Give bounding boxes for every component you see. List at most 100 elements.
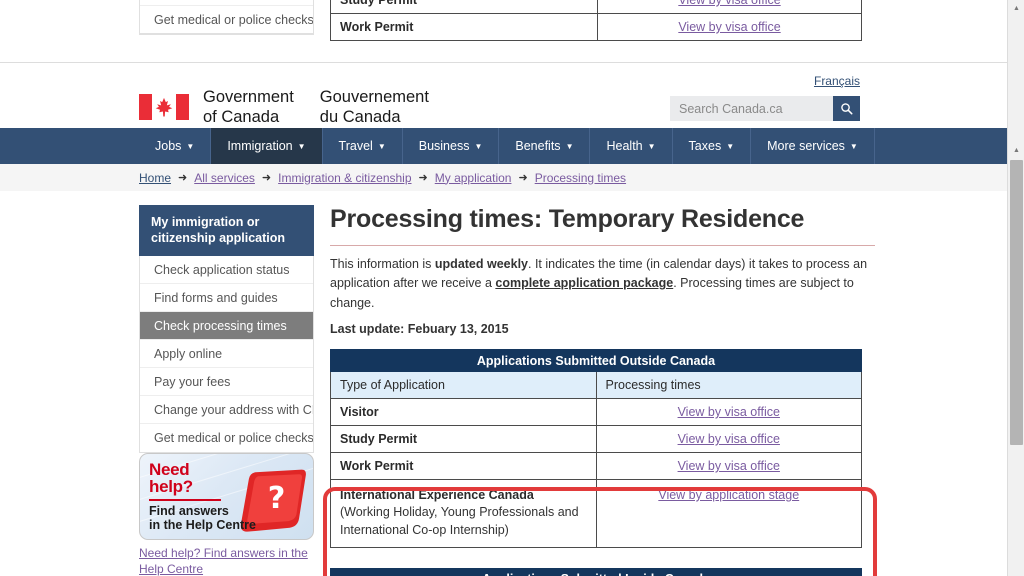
nav-item-label: Travel — [338, 139, 373, 153]
complete-application-package-link[interactable]: complete application package — [495, 276, 673, 290]
wordmark-en: Government of Canada — [203, 87, 294, 127]
breadcrumb: Home ➜ All services ➜ Immigration & citi… — [0, 164, 1007, 191]
view-by-application-stage-link[interactable]: View by application stage — [658, 488, 799, 502]
title-divider — [330, 245, 875, 246]
table-applications-inside-canada: Applications Submitted Inside Canada Typ… — [330, 567, 862, 576]
table-row: International Experience Canada (Working… — [330, 479, 862, 548]
scrolled-off-remnant: Change your address with CIC Get medical… — [0, 0, 1007, 62]
table-caption-outside: Applications Submitted Outside Canada — [330, 349, 862, 373]
breadcrumb-all-services[interactable]: All services — [194, 171, 255, 185]
nav-item-taxes[interactable]: Taxes ▼ — [673, 128, 752, 164]
table-caption-row: Applications Submitted Outside Canada — [330, 349, 862, 373]
view-by-visa-office-link[interactable]: View by visa office — [678, 20, 780, 34]
wordmark-fr-line2: du Canada — [319, 108, 401, 127]
row-value-study-permit: View by visa office — [595, 425, 862, 454]
search-button[interactable] — [833, 96, 860, 121]
nav-item-immigration[interactable]: Immigration ▼ — [211, 128, 323, 164]
row-value-visitor: View by visa office — [595, 398, 862, 427]
row-value-work-permit: View by visa office — [595, 452, 862, 481]
wordmark-fr-line1: Gouvernement — [319, 88, 429, 106]
nav-item-label: Jobs — [155, 139, 182, 153]
sidebar-item-check-processing-times[interactable]: Check processing times — [140, 312, 313, 340]
nav-item-business[interactable]: Business ▼ — [403, 128, 500, 164]
remnant-sidebar-item[interactable]: Get medical or police checks — [140, 6, 313, 34]
browser-viewport: Change your address with CIC Get medical… — [0, 0, 1024, 576]
sidebar-item-get-medical-or-police-checks[interactable]: Get medical or police checks — [140, 424, 313, 452]
help-need-line2: help? — [149, 477, 193, 496]
chevron-down-icon: ▼ — [377, 142, 386, 151]
last-update-text: Last update: Febuary 13, 2015 — [330, 322, 509, 337]
breadcrumb-arrow-icon: ➜ — [178, 172, 188, 184]
column-header-type-of-application: Type of Application — [330, 371, 597, 400]
table-row: Study Permit View by visa office — [330, 0, 862, 14]
chevron-down-icon: ▼ — [297, 142, 306, 151]
sidebar-item-change-your-address[interactable]: Change your address with CIC — [140, 396, 313, 424]
view-by-visa-office-link[interactable]: View by visa office — [678, 432, 780, 446]
chevron-down-icon: ▼ — [647, 142, 656, 151]
table-row: Study Permit View by visa office — [330, 425, 862, 454]
sidebar-item-pay-your-fees[interactable]: Pay your fees — [140, 368, 313, 396]
table-caption-row: Applications Submitted Inside Canada — [330, 567, 862, 576]
breadcrumb-my-application[interactable]: My application — [435, 171, 512, 185]
wordmark-fr: Gouvernement du Canada — [320, 87, 429, 127]
help-centre-banner-image[interactable]: Need help? Find answers in the Help Cent… — [139, 453, 314, 540]
view-by-visa-office-link[interactable]: View by visa office — [678, 459, 780, 473]
view-by-visa-office-link[interactable]: View by visa office — [678, 0, 780, 7]
search-input[interactable] — [670, 96, 833, 121]
site-search[interactable] — [670, 96, 860, 121]
breadcrumb-home[interactable]: Home — [139, 171, 171, 185]
nav-left-spacer — [0, 128, 139, 164]
svg-text:?: ? — [268, 481, 286, 516]
row-type-visitor: Visitor — [330, 398, 597, 427]
scrollbar-thumb[interactable] — [1010, 160, 1023, 445]
iec-note: (Working Holiday, Young Professionals an… — [340, 505, 579, 537]
breadcrumb-arrow-icon: ➜ — [418, 172, 428, 184]
table-header-row: Type of Application Processing times — [330, 371, 862, 400]
wordmark: Government of Canada Gouvernement du Can… — [203, 87, 429, 127]
site-header: Français Government of Canada Gouverneme… — [0, 62, 1007, 128]
table-row: Work Permit View by visa office — [330, 452, 862, 481]
column-header-processing-times: Processing times — [595, 371, 862, 400]
breadcrumb-immigration-citizenship[interactable]: Immigration & citizenship — [278, 171, 411, 185]
sidebar-menu: Check application status Find forms and … — [139, 256, 314, 453]
nav-item-label: Business — [418, 139, 470, 153]
remnant-sidebar: Change your address with CIC Get medical… — [139, 0, 314, 35]
view-by-visa-office-link[interactable]: View by visa office — [678, 405, 780, 419]
nav-item-benefits[interactable]: Benefits ▼ — [499, 128, 591, 164]
help-find-line2: in the Help Centre — [149, 518, 256, 532]
breadcrumb-arrow-icon: ➜ — [261, 172, 272, 184]
nav-item-label: Taxes — [688, 139, 722, 153]
nav-item-health[interactable]: Health ▼ — [590, 128, 673, 164]
chevron-down-icon: ▼ — [186, 142, 195, 151]
chevron-down-icon: ▼ — [726, 142, 735, 151]
help-centre-promo[interactable]: Need help? Find answers in the Help Cent… — [139, 453, 314, 576]
breadcrumb-arrow-icon: ➜ — [518, 172, 528, 184]
nav-item-more-services[interactable]: More services ▼ — [751, 128, 875, 164]
language-toggle[interactable]: Français — [814, 74, 860, 88]
nav-item-label: More services — [767, 139, 845, 153]
sidebar-item-check-application-status[interactable]: Check application status — [140, 256, 313, 284]
government-of-canada-brand[interactable]: Government of Canada Gouvernement du Can… — [139, 87, 429, 127]
wordmark-en-line1: Government — [203, 88, 294, 106]
remnant-row-value: View by visa office — [597, 0, 862, 14]
nav-item-jobs[interactable]: Jobs ▼ — [139, 128, 212, 164]
intro-bold-updated-weekly: updated weekly — [434, 257, 528, 271]
vertical-scrollbar[interactable]: ▲ ▲ — [1007, 0, 1024, 576]
nav-item-label: Benefits — [515, 139, 561, 153]
table-applications-outside-canada: Applications Submitted Outside Canada Ty… — [330, 349, 862, 548]
breadcrumb-processing-times[interactable]: Processing times — [535, 171, 626, 185]
intro-paragraph: This information is updated weekly. It i… — [330, 255, 870, 313]
triangle-up-icon[interactable]: ▲ — [1008, 0, 1024, 17]
nav-item-travel[interactable]: Travel ▼ — [323, 128, 403, 164]
triangle-down-icon[interactable]: ▲ — [1008, 142, 1024, 159]
help-centre-link[interactable]: Need help? Find answers in the Help Cent… — [139, 546, 314, 576]
search-icon — [841, 103, 853, 115]
francais-link[interactable]: Français — [814, 74, 860, 88]
main-content: Processing times: Temporary Residence Th… — [330, 191, 875, 576]
sidebar-item-find-forms-and-guides[interactable]: Find forms and guides — [140, 284, 313, 312]
nav-item-label: Health — [606, 139, 643, 153]
page-title: Processing times: Temporary Residence — [330, 205, 805, 233]
chevron-down-icon: ▼ — [474, 142, 483, 151]
sidebar-item-apply-online[interactable]: Apply online — [140, 340, 313, 368]
row-type-international-experience-canada: International Experience Canada (Working… — [330, 479, 597, 548]
